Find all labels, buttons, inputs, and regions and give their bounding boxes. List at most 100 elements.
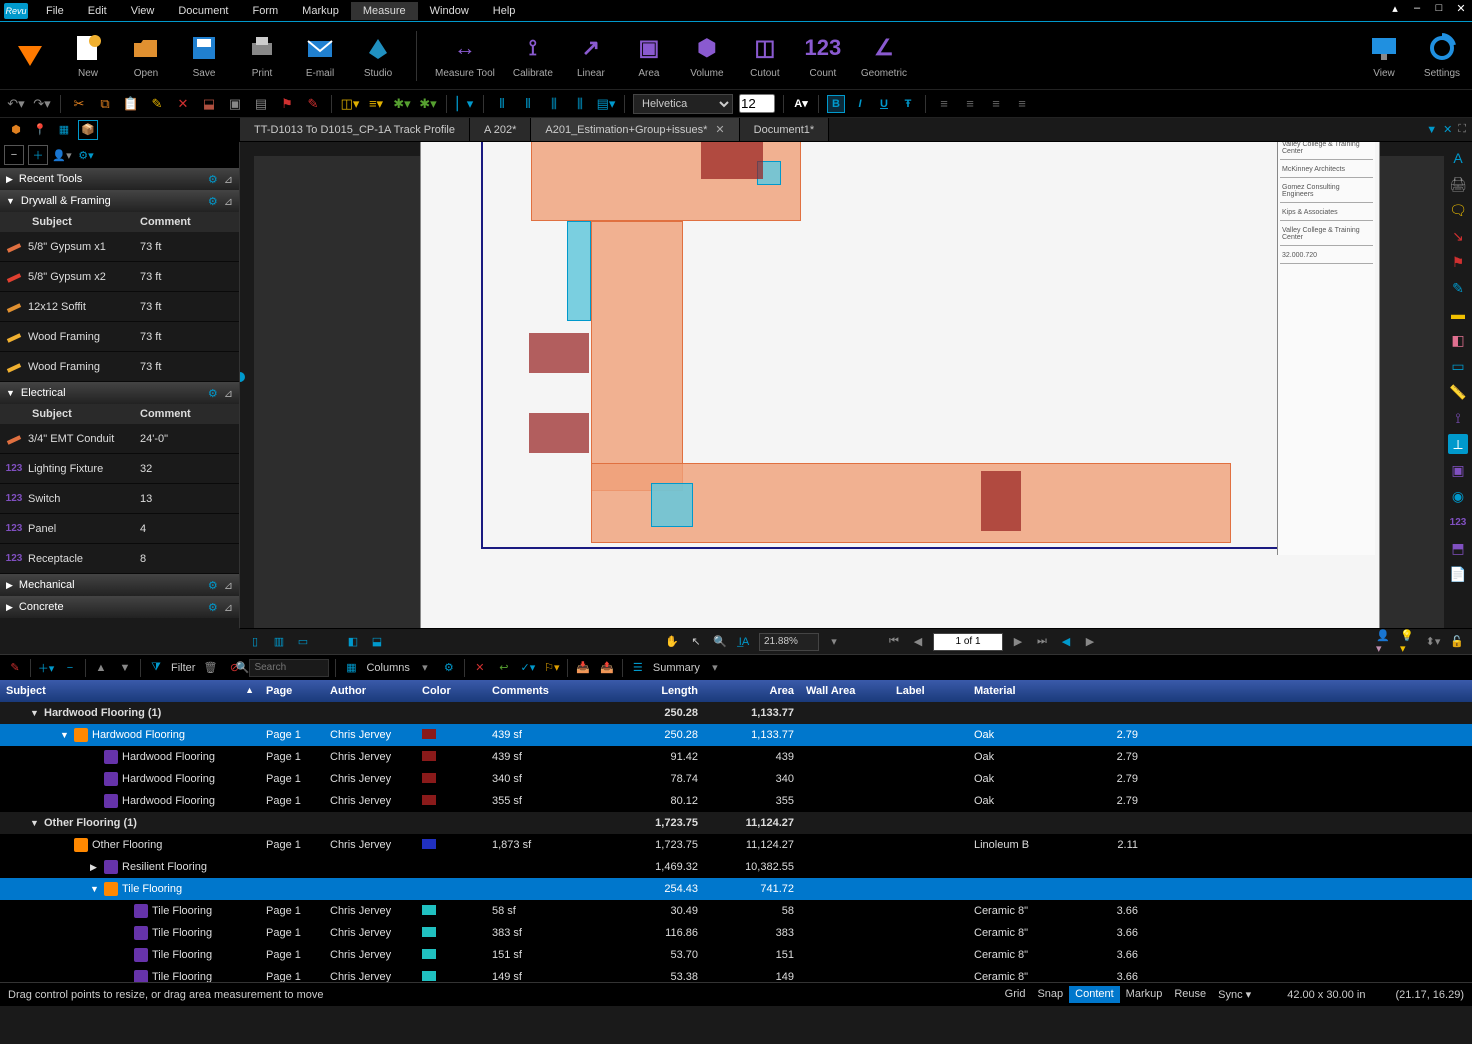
col-page[interactable]: Page (260, 685, 324, 697)
status-toggle-content[interactable]: Content (1069, 986, 1120, 1003)
font-color-button[interactable]: A▾ (792, 95, 810, 113)
italic-button[interactable]: I (851, 95, 869, 113)
measure-active-icon[interactable]: ⟂ (1448, 434, 1468, 454)
area-tool-icon[interactable]: ▣ (1448, 460, 1468, 480)
area-button[interactable]: ▣Area (629, 32, 669, 79)
zoom-icon[interactable]: 🔍 (711, 633, 729, 651)
col-comment-header[interactable]: Comment (140, 216, 239, 228)
pin-icon[interactable]: ⊿ (224, 195, 233, 208)
section-header[interactable]: ▼Electrical⚙⊿ (0, 382, 239, 404)
pin-icon[interactable]: ⊿ (224, 579, 233, 592)
studio-button[interactable]: Studio (358, 32, 398, 79)
tool-item[interactable]: Wood Framing73 ft (0, 352, 239, 382)
markups-delete-icon[interactable]: ✕ (471, 659, 489, 677)
pin-icon[interactable]: ⊿ (224, 387, 233, 400)
section-header[interactable]: ▼Drywall & Framing⚙⊿ (0, 190, 239, 212)
summary-label[interactable]: Summary (653, 662, 700, 674)
settings-button[interactable]: Settings (1422, 32, 1462, 79)
tool-item[interactable]: 123Lighting Fixture32 (0, 454, 239, 484)
next-view-icon[interactable]: ▶ (1081, 633, 1099, 651)
markups-down-icon[interactable]: ▼ (116, 659, 134, 677)
columns-dropdown-icon[interactable]: ▾ (416, 659, 434, 677)
col-color[interactable]: Color (416, 685, 486, 697)
distribute-v-icon[interactable]: ⫼ (544, 94, 564, 114)
text-select-icon[interactable]: I̲A (735, 633, 753, 651)
group-icon[interactable]: ◫▾ (340, 94, 360, 114)
markups-row[interactable]: ▼Hardwood FlooringPage 1Chris Jervey439 … (0, 724, 1472, 746)
count-tool-icon[interactable]: 123 (1448, 512, 1468, 532)
markups-row[interactable]: Tile FlooringPage 1Chris Jervey383 sf116… (0, 922, 1472, 944)
col-comment-header[interactable]: Comment (140, 408, 239, 420)
redo-icon[interactable]: ↷▾ (32, 94, 52, 114)
facing-icon[interactable]: ▭ (294, 633, 312, 651)
tool-item[interactable]: 123Switch13 (0, 484, 239, 514)
markups-up-icon[interactable]: ▲ (92, 659, 110, 677)
grid-icon[interactable]: ▦ (54, 120, 74, 140)
markups-row[interactable]: ▼Hardwood Flooring (1)250.281,133.77 (0, 702, 1472, 724)
single-page-icon[interactable]: ▯ (246, 633, 264, 651)
prev-page-icon[interactable]: ◀ (909, 633, 927, 651)
tool-item[interactable]: 123Receptacle8 (0, 544, 239, 574)
strike-button[interactable]: Ŧ (899, 95, 917, 113)
pen-icon[interactable]: ✎ (303, 94, 323, 114)
email-button[interactable]: E-mail (300, 32, 340, 79)
paste-icon[interactable]: 📋 (121, 94, 141, 114)
pan-icon[interactable]: ✋ (663, 633, 681, 651)
eraser-tool-icon[interactable]: ◧ (1448, 330, 1468, 350)
clip-tool-icon[interactable]: ⬒ (1448, 538, 1468, 558)
markups-row[interactable]: Hardwood FlooringPage 1Chris Jervey340 s… (0, 768, 1472, 790)
distribute-h-icon[interactable]: ⫴ (492, 94, 512, 114)
menu-view[interactable]: View (119, 2, 167, 20)
highlight-icon[interactable]: ✎ (147, 94, 167, 114)
tab-close-icon[interactable]: ✕ (1443, 123, 1452, 136)
summary-icon[interactable]: ☰ (629, 659, 647, 677)
align-group-icon[interactable]: ▤▾ (596, 94, 616, 114)
collapse-icon[interactable]: − (4, 145, 24, 165)
menu-document[interactable]: Document (166, 2, 240, 20)
menu-form[interactable]: Form (241, 2, 291, 20)
count-button[interactable]: 123Count (803, 32, 843, 79)
markups-reply-icon[interactable]: ↩ (495, 659, 513, 677)
col-length[interactable]: Length (608, 685, 704, 697)
menu-file[interactable]: File (34, 2, 76, 20)
gear-icon[interactable]: ⚙ (208, 195, 218, 208)
markups-check-icon[interactable]: ✓▾ (519, 659, 537, 677)
expand-icon[interactable]: ▼ (30, 818, 40, 828)
font-size-input[interactable] (739, 94, 775, 113)
markups-row[interactable]: Hardwood FlooringPage 1Chris Jervey439 s… (0, 746, 1472, 768)
menu-help[interactable]: Help (481, 2, 528, 20)
user-icon[interactable]: 👤▾ (1376, 633, 1394, 651)
ruler-tool-icon[interactable]: 📏 (1448, 382, 1468, 402)
underline-button[interactable]: U (875, 95, 893, 113)
menu-window[interactable]: Window (418, 2, 481, 20)
dim-icon[interactable]: ⬍▾ (1424, 633, 1442, 651)
minimize-to-tray-icon[interactable]: ▴ (1388, 2, 1402, 15)
document-canvas[interactable]: Valley College & Training CenterMcKinney… (240, 142, 1444, 628)
cutout-button[interactable]: ◫Cutout (745, 32, 785, 79)
markups-flag-icon[interactable]: ⚐▾ (543, 659, 561, 677)
col-comments[interactable]: Comments (486, 685, 608, 697)
align-justify-text-icon[interactable]: ≡ (1012, 94, 1032, 114)
expand-icon[interactable]: ▶ (90, 862, 100, 873)
delete-icon[interactable]: ✕ (173, 94, 193, 114)
menu-edit[interactable]: Edit (76, 2, 119, 20)
align-right-text-icon[interactable]: ≡ (986, 94, 1006, 114)
flag-tool-icon[interactable]: ⚑ (1448, 252, 1468, 272)
split-v-icon[interactable]: ⬓ (368, 633, 386, 651)
print-tool-icon[interactable]: 🖨 (1448, 174, 1468, 194)
pin-icon[interactable]: ⊿ (224, 601, 233, 614)
open-button[interactable]: Open (126, 32, 166, 79)
copy-icon[interactable]: ⧉ (95, 94, 115, 114)
expand-icon[interactable]: ▼ (30, 708, 40, 718)
filter-icon[interactable]: ⧩ (147, 659, 165, 677)
first-page-icon[interactable]: ⏮ (885, 633, 903, 651)
tab-close-icon[interactable]: ✕ (715, 123, 724, 136)
markups-add-icon[interactable]: ＋▾ (37, 659, 55, 677)
fullscreen-icon[interactable]: ⛶ (1458, 123, 1466, 136)
align-left-text-icon[interactable]: ≡ (934, 94, 954, 114)
calibrate-button[interactable]: ⟟Calibrate (513, 32, 553, 79)
gear-icon[interactable]: ⚙ (208, 387, 218, 400)
stamp-tool-icon[interactable]: ◉ (1448, 486, 1468, 506)
volume-button[interactable]: ⬢Volume (687, 32, 727, 79)
print-button[interactable]: Print (242, 32, 282, 79)
